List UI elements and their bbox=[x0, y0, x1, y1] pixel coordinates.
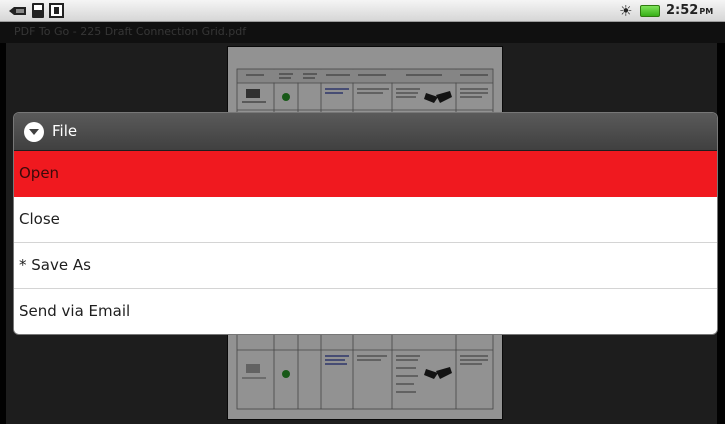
menu-item-send-via-email[interactable]: Send via Email bbox=[14, 289, 717, 334]
device-icon bbox=[49, 3, 64, 18]
dialog-title: File bbox=[52, 122, 78, 140]
clock-ampm: PM bbox=[699, 7, 714, 16]
menu-item-open[interactable]: Open bbox=[14, 151, 717, 197]
dialog-header: File bbox=[14, 113, 717, 151]
menu-expand-icon bbox=[24, 122, 44, 142]
file-menu-dialog: File Open Close * Save As Send via Email bbox=[14, 113, 717, 334]
battery-icon bbox=[640, 5, 660, 17]
brightness-icon: ☀ bbox=[619, 2, 633, 20]
menu-item-save-as[interactable]: * Save As bbox=[14, 243, 717, 289]
status-bar: ☀ 2:52PM bbox=[0, 0, 725, 22]
menu-item-close[interactable]: Close bbox=[14, 197, 717, 243]
menu-list: Open Close * Save As Send via Email bbox=[14, 151, 717, 334]
clock-time: 2:52 bbox=[666, 3, 699, 18]
usb-debugging-icon bbox=[9, 7, 26, 15]
sd-card-icon bbox=[32, 3, 44, 18]
clock: 2:52PM bbox=[666, 3, 713, 18]
